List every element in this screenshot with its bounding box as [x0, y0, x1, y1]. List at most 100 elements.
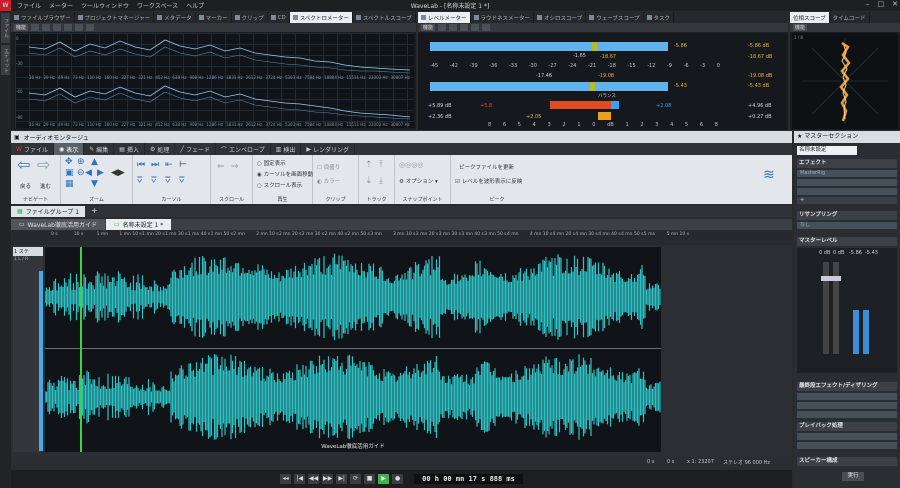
zoom-right-icon[interactable]: ▶: [97, 169, 104, 178]
rewind-icon[interactable]: ◀◀: [308, 474, 320, 484]
track-top-icon[interactable]: ⤒: [379, 161, 383, 170]
doc-tab-untitled[interactable]: ▭ 名称未設定 1 *: [105, 219, 172, 230]
menu-meter[interactable]: メーター: [49, 1, 73, 10]
status-length[interactable]: 0 s: [667, 459, 674, 465]
menu-tool-window[interactable]: ツールウィンドウ: [81, 1, 129, 10]
ribbon-tab-insert[interactable]: ▤ 挿入: [114, 143, 145, 155]
scroll-opt-scroll[interactable]: ○ スクロール表示: [257, 181, 302, 189]
time-display[interactable]: 00 h 00 mn 17 s 888 ms: [414, 474, 523, 484]
final-slot-3[interactable]: [797, 411, 897, 418]
zoom-select-icon[interactable]: ▦: [65, 180, 74, 189]
tab-marker[interactable]: マーカー: [196, 12, 232, 23]
final-effects-header[interactable]: 最終段エフェクト/ディザリング: [797, 382, 897, 391]
cursor-down-3-icon[interactable]: ⩢: [165, 177, 170, 186]
tab-timecode[interactable]: タイムコード: [830, 12, 870, 23]
resample-slot[interactable]: なし: [797, 222, 897, 229]
resampling-header[interactable]: リサンプリング: [797, 211, 897, 220]
loop-start-icon[interactable]: ◂◂: [280, 474, 292, 484]
forward-button[interactable]: 進む: [40, 182, 51, 190]
level-function-menu[interactable]: 機能: [421, 24, 436, 31]
zoom-up-icon[interactable]: ▲: [91, 158, 98, 167]
master-level-header[interactable]: マスターレベル: [797, 237, 897, 246]
maximize-icon[interactable]: □: [878, 0, 885, 8]
render-button[interactable]: 実行: [842, 472, 864, 481]
minimize-icon[interactable]: –: [866, 0, 870, 8]
function-menu[interactable]: 機能: [14, 24, 29, 31]
ribbon-tab-file[interactable]: W ファイル: [11, 143, 54, 155]
speaker-config-header[interactable]: スピーカー構成: [797, 457, 897, 466]
to-start-icon[interactable]: |◀: [294, 474, 306, 484]
effect-slot-2[interactable]: [797, 179, 897, 186]
back-arrow-icon[interactable]: ⇦: [17, 157, 30, 173]
ribbon-tab-fade[interactable]: ╱ フェード: [175, 143, 216, 155]
cursor-start-icon[interactable]: ⏮: [137, 161, 145, 170]
tab-wavescope[interactable]: ウェーブスコープ: [586, 12, 644, 23]
tab-oscilloscope[interactable]: オシロスコープ: [534, 12, 587, 23]
tab-cd[interactable]: CD: [268, 12, 290, 23]
ribbon-tab-detect[interactable]: ▥ 検出: [271, 143, 302, 155]
loop-icon[interactable]: ⟳: [350, 474, 362, 484]
fader-handle-right[interactable]: [831, 276, 841, 281]
playback-processing-header[interactable]: プレイバック処理: [797, 422, 897, 431]
file-group-tab[interactable]: ▦ ファイルグループ 1: [11, 206, 86, 217]
preset-slot-4[interactable]: [86, 24, 95, 31]
zoom-in-icon[interactable]: ⊕: [77, 158, 85, 167]
status-zoom[interactable]: x 1: 23207: [687, 459, 714, 465]
clip-color-button[interactable]: ◐ カラー: [317, 177, 340, 185]
record-icon[interactable]: ●: [392, 474, 404, 484]
cursor-down-2-icon[interactable]: ⩢: [151, 177, 156, 186]
tab-level-meter[interactable]: レベルメーター: [418, 12, 471, 23]
tab-spectrometer[interactable]: スペクトロメーター: [289, 12, 353, 23]
final-slot-1[interactable]: [797, 393, 897, 400]
level-refresh-button[interactable]: [449, 24, 458, 31]
menu-help[interactable]: ヘルプ: [186, 1, 204, 10]
snap-option-button[interactable]: ⚙ オプション ▾: [399, 177, 438, 185]
zoom-extra-icon[interactable]: ◀▶: [111, 169, 125, 178]
status-format[interactable]: ステレオ 96 000 Hz: [723, 459, 770, 466]
audio-clip[interactable]: WaveLab徹底活用ガイド: [45, 247, 661, 452]
ribbon-tab-envelope[interactable]: ⌒ エンベロープ: [216, 143, 271, 155]
zoom-left-icon[interactable]: ◀: [85, 169, 92, 178]
ribbon-tab-edit[interactable]: ✎ 編集: [84, 143, 115, 155]
zoom-down-icon[interactable]: ▼: [91, 180, 98, 189]
track-name[interactable]: 1 ステ: [13, 247, 43, 256]
tab-loudness-meter[interactable]: ラウドネスメーター: [471, 12, 535, 23]
scroll-left-icon[interactable]: ⇐: [217, 163, 225, 172]
add-file-group-button[interactable]: +: [85, 206, 104, 217]
left-dock-tab-file[interactable]: ファイル: [1, 13, 10, 43]
level-preset-1[interactable]: [460, 24, 469, 31]
freeze-button[interactable]: [31, 24, 40, 31]
doc-tab-guide[interactable]: ▭ WaveLab徹底活用ガイド: [11, 219, 105, 230]
left-dock-tab-edit[interactable]: エディット: [1, 45, 10, 75]
to-end-icon[interactable]: ▶|: [336, 474, 348, 484]
fast-forward-icon[interactable]: ▶▶: [322, 474, 334, 484]
final-slot-2[interactable]: [797, 402, 897, 409]
back-button[interactable]: 戻る: [20, 182, 31, 190]
close-icon[interactable]: ✕: [892, 0, 898, 8]
playback-slot-2[interactable]: [797, 442, 897, 449]
cursor-prev-icon[interactable]: ⏭: [151, 161, 159, 170]
tab-project-manager[interactable]: プロジェクトマネージャー: [75, 12, 155, 23]
effect-slot-1[interactable]: MasterRig: [797, 170, 897, 177]
level-reflect-checkbox[interactable]: ☑ レベルを波形表示に反映: [455, 177, 522, 185]
scope-function-menu[interactable]: 機能: [793, 24, 808, 31]
scroll-right-icon[interactable]: ⇒: [231, 163, 239, 172]
tab-file-browser[interactable]: ファイルブラウザー: [11, 12, 75, 23]
level-preset-3[interactable]: [482, 24, 491, 31]
menu-file[interactable]: ファイル: [17, 1, 41, 10]
cursor-marker-icon[interactable]: ⇤: [165, 161, 173, 170]
playback-cursor[interactable]: [80, 247, 82, 452]
effect-slot-3[interactable]: [797, 188, 897, 195]
zoom-fit-icon[interactable]: ✥: [65, 158, 73, 167]
zoom-region-icon[interactable]: ▣: [65, 169, 74, 178]
cursor-down-1-icon[interactable]: ⩢: [137, 177, 142, 186]
ribbon-tab-render[interactable]: ▶ レンダリング: [301, 143, 355, 155]
clip-grid-button[interactable]: ☐ 目盛り: [317, 163, 340, 171]
play-icon[interactable]: ▶: [378, 474, 390, 484]
update-peak-button[interactable]: ピークファイルを更新: [459, 163, 514, 171]
track-down-icon[interactable]: ⇣: [365, 177, 373, 186]
add-effect-button[interactable]: +: [797, 197, 897, 204]
zoom-out-icon[interactable]: ⊖: [77, 169, 85, 178]
stop-icon[interactable]: ■: [364, 474, 376, 484]
tab-phase-scope[interactable]: 位相スコープ: [790, 12, 830, 23]
